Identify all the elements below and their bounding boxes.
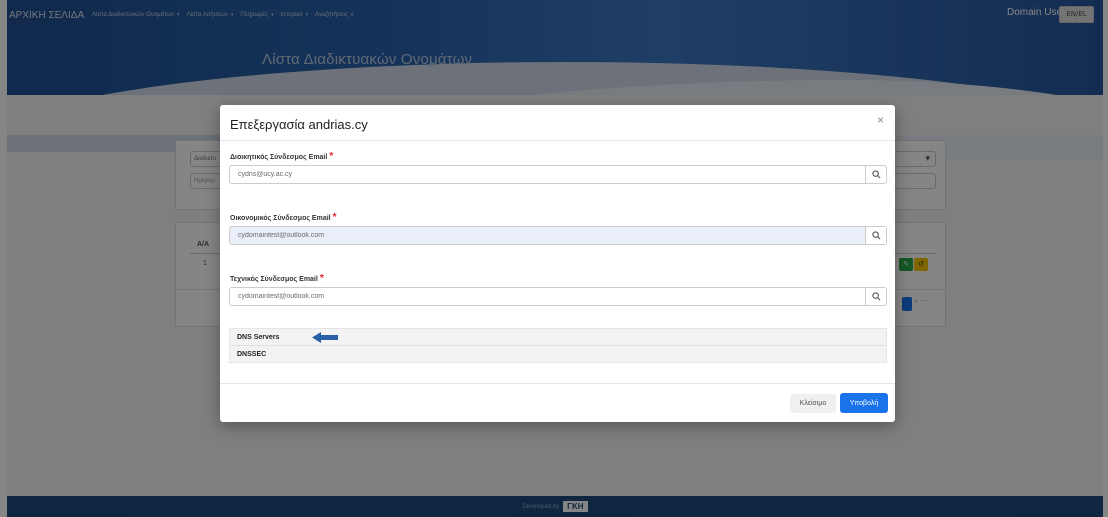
admin-contact-search-button[interactable] [865, 166, 886, 183]
required-asterisk: * [332, 212, 337, 223]
technical-contact-email-field [229, 287, 887, 306]
modal-footer-divider [220, 383, 895, 384]
submit-button[interactable]: Υποβολή [840, 393, 888, 413]
search-icon [872, 170, 881, 179]
accordion-dnssec[interactable]: DNSSEC [230, 346, 886, 363]
search-icon [872, 292, 881, 301]
accordion-dns-servers[interactable]: DNS Servers [230, 329, 886, 346]
admin-contact-label: Διοικητικός Σύνδεσμος Email * [230, 151, 334, 162]
search-icon [872, 231, 881, 240]
admin-contact-email-input[interactable] [230, 166, 867, 183]
financial-contact-email-field [229, 226, 887, 245]
financial-contact-email-input[interactable] [230, 227, 867, 244]
technical-contact-label: Τεχνικός Σύνδεσμος Email * [230, 273, 324, 284]
admin-contact-email-field [229, 165, 887, 184]
dns-accordion: DNS Servers DNSSEC [229, 328, 887, 363]
arrow-left-icon [312, 332, 338, 343]
edit-domain-modal: Επεξεργασία andrias.cy × Διοικητικός Σύν… [220, 105, 895, 422]
modal-title: Επεξεργασία andrias.cy [230, 117, 368, 132]
financial-contact-label: Οικονομικός Σύνδεσμος Email * [230, 212, 337, 223]
close-button[interactable]: Κλείσιμο [790, 394, 836, 413]
required-asterisk: * [319, 273, 324, 284]
modal-header: Επεξεργασία andrias.cy × [220, 105, 895, 141]
technical-contact-email-input[interactable] [230, 288, 867, 305]
financial-contact-search-button[interactable] [865, 227, 886, 244]
required-asterisk: * [329, 151, 334, 162]
close-icon[interactable]: × [877, 113, 884, 127]
technical-contact-search-button[interactable] [865, 288, 886, 305]
